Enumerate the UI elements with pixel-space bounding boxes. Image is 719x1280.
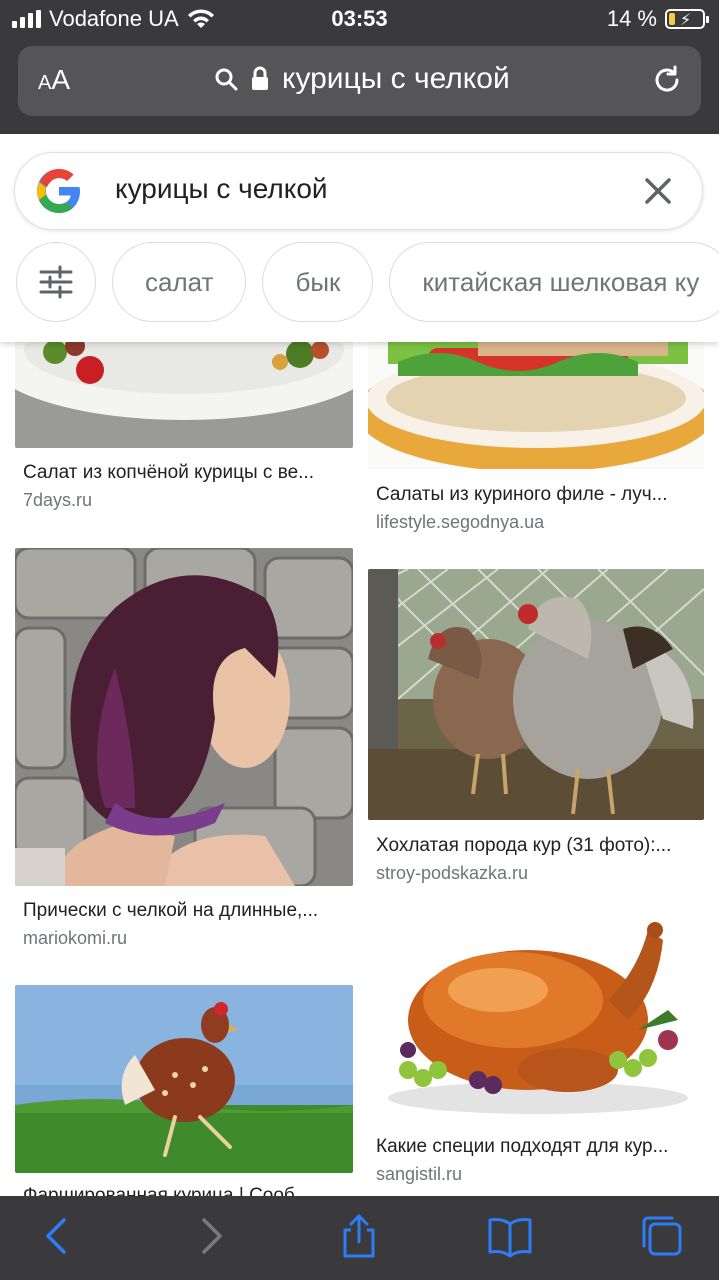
url-text: курицы с челкой [282, 62, 510, 95]
result-source: lifestyle.segodnya.ua [376, 512, 545, 532]
google-logo-icon [37, 169, 80, 213]
back-icon[interactable] [36, 1214, 80, 1258]
result-card[interactable]: Фаршированная курица | Сооб... [15, 985, 353, 1206]
result-image[interactable] [368, 920, 704, 1122]
share-icon[interactable] [337, 1214, 381, 1258]
result-image[interactable] [15, 548, 353, 886]
result-card[interactable]: Салат из копчёной курицы с ве... 7days.r… [15, 342, 353, 522]
clear-search-icon[interactable] [642, 175, 674, 207]
battery-percent: 14 % [606, 6, 657, 31]
chip-byk[interactable]: бык [262, 242, 374, 322]
browser-top-bar: Vodafone UA 03:53 14 % ⚡ AA курицы с чел… [0, 0, 719, 134]
result-title[interactable]: Какие специи подходят для кур... [376, 1136, 668, 1158]
result-card[interactable]: Прически с челкой на длинные,... marioko… [15, 548, 353, 958]
bookmarks-icon[interactable] [488, 1214, 532, 1258]
text-size-button[interactable]: AA [38, 64, 70, 96]
result-image[interactable] [15, 342, 353, 448]
google-search-header: курицы с челкой салат бык китайская шелк… [0, 134, 719, 342]
result-card[interactable]: Салаты из куриного филе - луч... lifesty… [368, 342, 704, 542]
suggestion-chips: салат бык китайская шелковая ку [16, 242, 719, 322]
result-source: 7days.ru [23, 490, 93, 510]
result-image[interactable] [15, 985, 353, 1173]
result-card[interactable]: Хохлатая порода кур (31 фото):... stroy-… [368, 569, 704, 899]
result-title[interactable]: Салат из копчёной курицы с ве... [23, 462, 314, 484]
result-image[interactable] [368, 342, 704, 469]
result-source: mariokomi.ru [23, 928, 128, 948]
google-query-text: курицы с челкой [115, 173, 328, 204]
result-image[interactable] [368, 569, 704, 820]
filter-chip[interactable] [16, 242, 96, 322]
forward-icon[interactable] [188, 1214, 232, 1258]
status-bar: Vodafone UA 03:53 14 % ⚡ [0, 0, 719, 40]
address-bar[interactable]: AA курицы с челкой [18, 46, 701, 116]
chip-silkie[interactable]: китайская шелковая ку [389, 242, 719, 322]
safari-page: Vodafone UA 03:53 14 % ⚡ AA курицы с чел… [0, 0, 719, 1280]
result-title[interactable]: Хохлатая порода кур (31 фото):... [376, 835, 671, 857]
reload-icon[interactable] [651, 64, 683, 96]
tune-icon [39, 265, 73, 299]
result-card[interactable]: Какие специи подходят для кур... sangist… [368, 920, 704, 1196]
tabs-icon[interactable] [640, 1214, 684, 1258]
result-source: stroy-podskazka.ru [376, 863, 529, 883]
google-search-box[interactable]: курицы с челкой [14, 152, 703, 230]
browser-bottom-toolbar [0, 1196, 719, 1280]
result-title[interactable]: Прически с челкой на длинные,... [23, 900, 318, 922]
chip-salat[interactable]: салат [112, 242, 247, 322]
lock-icon [252, 66, 268, 90]
search-icon [215, 68, 238, 91]
result-source: sangistil.ru [376, 1164, 463, 1184]
battery-icon: ⚡ [665, 9, 709, 29]
result-title[interactable]: Салаты из куриного филе - луч... [376, 484, 668, 506]
